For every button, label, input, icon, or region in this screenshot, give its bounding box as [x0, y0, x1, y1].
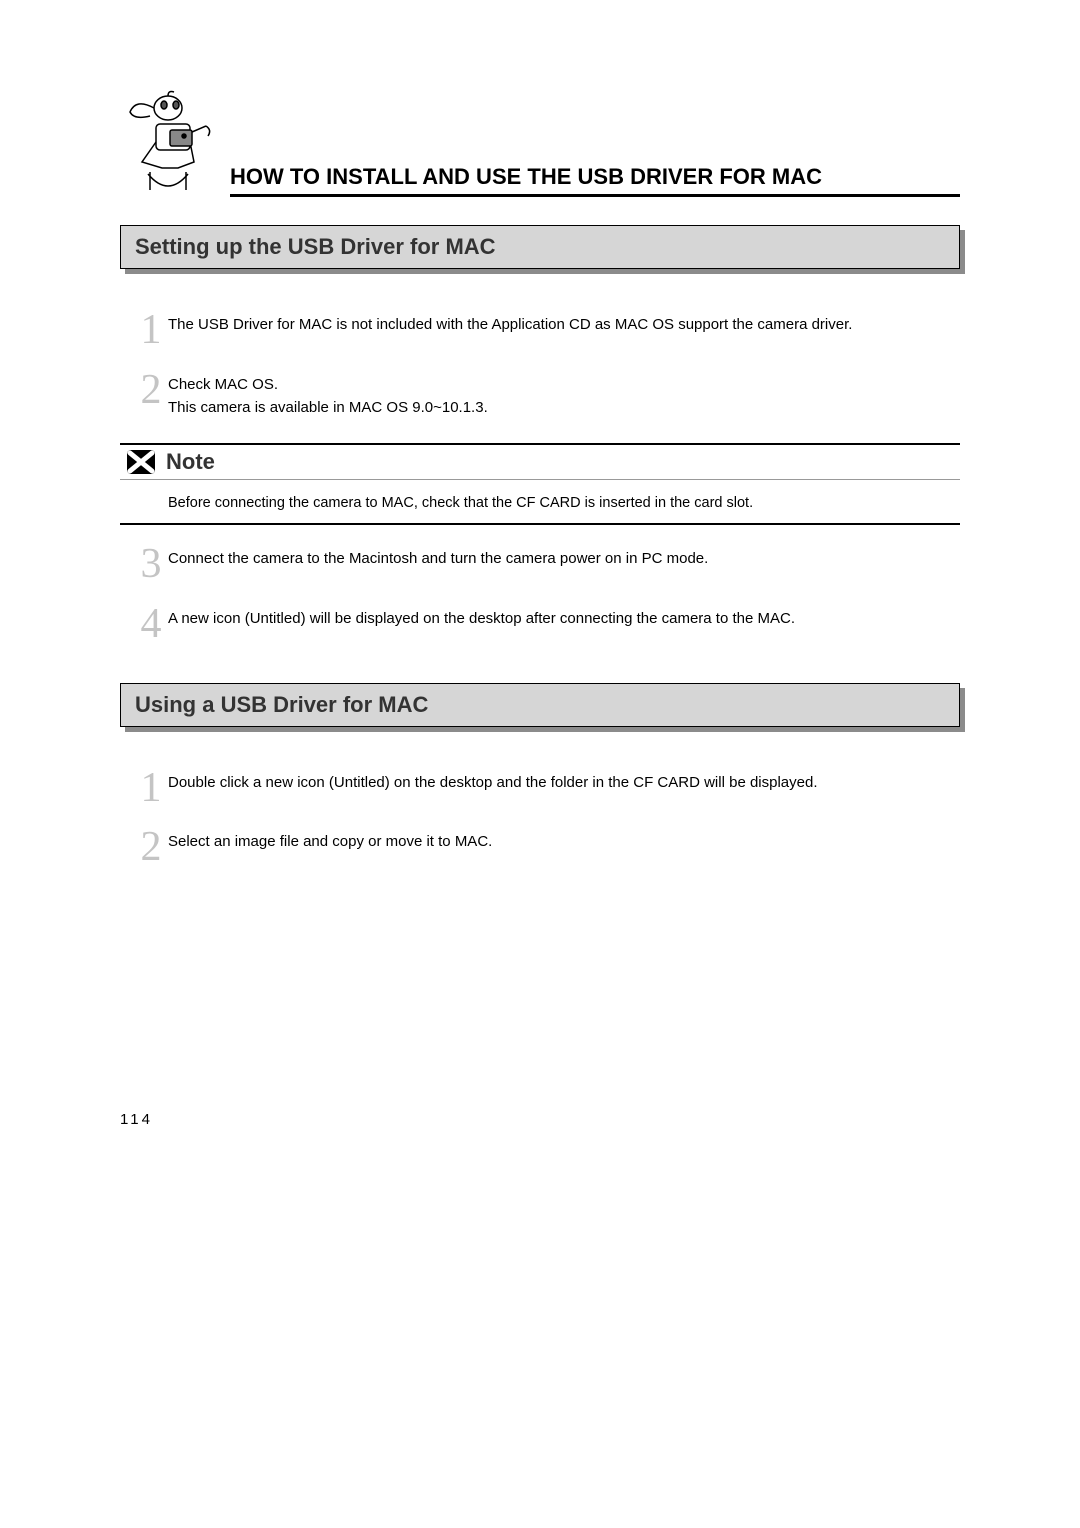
step-text: Check MAC OS. This camera is available i… [168, 373, 488, 420]
step-text: Double click a new icon (Untitled) on th… [168, 771, 818, 794]
using-step-1: 1 Double click a new icon (Untitled) on … [134, 771, 960, 807]
step-text-line: Check MAC OS. [168, 376, 278, 393]
step-number: 2 [134, 830, 168, 866]
step-text: The USB Driver for MAC is not included w… [168, 313, 852, 336]
note-box: Note Before connecting the camera to MAC… [120, 443, 960, 525]
step-text: Select an image file and copy or move it… [168, 830, 492, 853]
step-text: A new icon (Untitled) will be displayed … [168, 607, 795, 630]
heading-text: Setting up the USB Driver for MAC [120, 225, 960, 269]
note-icon [126, 449, 156, 475]
step-text-line: This camera is available in MAC OS 9.0~1… [168, 399, 488, 416]
title-underline [230, 194, 960, 197]
page-title: HOW TO INSTALL AND USE THE USB DRIVER FO… [230, 164, 960, 190]
heading-text: Using a USB Driver for MAC [120, 683, 960, 727]
step-2: 2 Check MAC OS. This camera is available… [134, 373, 960, 420]
step-4: 4 A new icon (Untitled) will be displaye… [134, 607, 960, 643]
step-number: 2 [134, 373, 168, 409]
page-header: HOW TO INSTALL AND USE THE USB DRIVER FO… [120, 90, 960, 205]
note-header: Note [120, 443, 960, 480]
mascot-icon [120, 90, 220, 200]
title-container: HOW TO INSTALL AND USE THE USB DRIVER FO… [230, 164, 960, 205]
step-number: 3 [134, 547, 168, 583]
page-number: 114 [120, 1111, 153, 1128]
step-text: Connect the camera to the Macintosh and … [168, 547, 708, 570]
using-step-2: 2 Select an image file and copy or move … [134, 830, 960, 866]
section-heading-using: Using a USB Driver for MAC [120, 683, 960, 727]
mascot-illustration [120, 90, 220, 205]
document-page: HOW TO INSTALL AND USE THE USB DRIVER FO… [0, 0, 1080, 866]
section-heading-setup: Setting up the USB Driver for MAC [120, 225, 960, 269]
step-number: 1 [134, 771, 168, 807]
step-number: 4 [134, 607, 168, 643]
note-label: Note [166, 449, 215, 475]
step-3: 3 Connect the camera to the Macintosh an… [134, 547, 960, 583]
step-1: 1 The USB Driver for MAC is not included… [134, 313, 960, 349]
note-body: Before connecting the camera to MAC, che… [120, 480, 960, 525]
step-number: 1 [134, 313, 168, 349]
